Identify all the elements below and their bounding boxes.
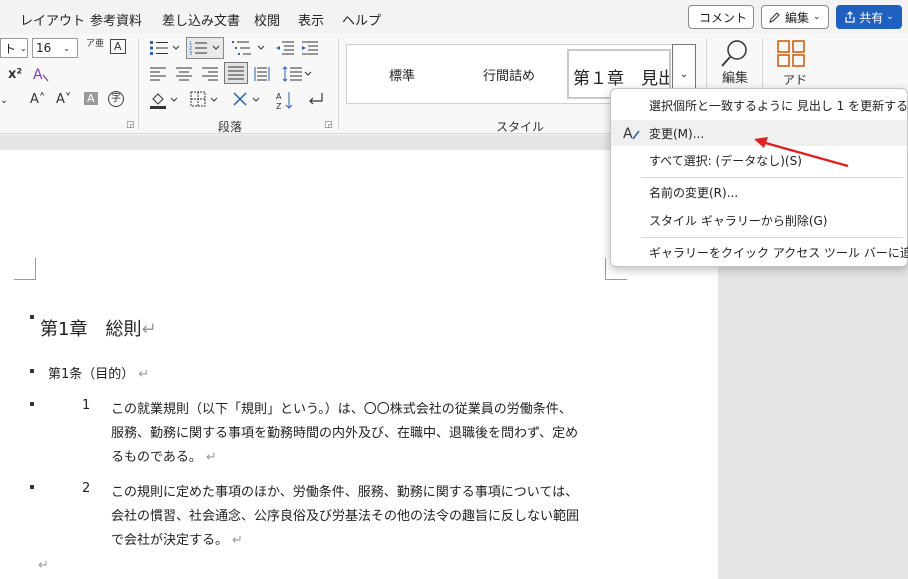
chevron-down-icon: ⌄ xyxy=(20,43,27,53)
search-icon[interactable] xyxy=(720,38,750,68)
furigana-icon[interactable]: ア亜 xyxy=(86,40,104,49)
paragraph-dialog-launcher-icon[interactable]: ◲ xyxy=(324,120,333,130)
char-shading-icon[interactable]: A xyxy=(84,92,98,105)
borders-icon[interactable] xyxy=(190,91,220,109)
superscript-icon[interactable]: x² xyxy=(8,68,22,81)
paragraph-mark xyxy=(30,369,34,373)
heading-1-text: 第1章 総則 xyxy=(40,319,142,340)
styles-group-label: スタイル xyxy=(496,120,545,134)
addins-icon[interactable] xyxy=(776,40,806,68)
return-mark: ↵ xyxy=(141,319,157,340)
paragraph-line[interactable]: 服務、勤務に関する事項を勤務時間の内外及び、在職中、退職後を問わず、定め xyxy=(111,422,578,441)
share-button[interactable]: 共有 ⌄ xyxy=(836,5,902,29)
return-mark: ↵ xyxy=(38,558,49,573)
svg-text:Z: Z xyxy=(276,102,282,110)
grow-font-icon[interactable]: A˄ xyxy=(30,93,45,106)
bullets-icon[interactable] xyxy=(150,40,180,56)
annotation-arrow-icon xyxy=(754,137,849,168)
paragraph-number: 1 xyxy=(82,398,91,413)
paragraph-mark xyxy=(30,485,34,489)
comment-button[interactable]: コメント xyxy=(688,5,754,29)
editing-label[interactable]: 編集 xyxy=(722,72,748,85)
chevron-down-icon: ⌄ xyxy=(886,12,894,22)
menu-separator xyxy=(641,177,903,178)
justify-icon xyxy=(228,66,244,80)
menu-item-add-to-quick-access[interactable]: ギャラリーをクイック アクセス ツール バーに追加(A) xyxy=(611,239,908,265)
svg-text:A: A xyxy=(276,92,282,101)
tab-view[interactable]: 表示 xyxy=(298,10,324,29)
font-dialog-launcher-icon[interactable]: ◲ xyxy=(126,120,135,130)
return-mark: ↵ xyxy=(232,533,243,548)
paragraph-mark xyxy=(30,315,34,319)
paragraph-group-label: 段落 xyxy=(218,120,243,134)
paragraph-mark xyxy=(30,402,34,406)
edit-mode-label: 編集 xyxy=(785,10,810,25)
menu-item-remove-from-gallery[interactable]: スタイル ギャラリーから削除(G) xyxy=(611,207,907,233)
modify-style-icon: A xyxy=(623,126,640,141)
heading-1[interactable]: 第1章 総則↵ xyxy=(40,315,157,341)
return-mark: ↵ xyxy=(138,367,150,382)
numbering-button[interactable]: 123 xyxy=(186,37,224,59)
chevron-down-icon: ⌄ xyxy=(679,68,689,80)
style-no-spacing[interactable]: 行間詰め xyxy=(483,65,535,84)
svg-text:A: A xyxy=(33,67,43,83)
pencil-icon xyxy=(769,11,780,23)
return-mark: ↵ xyxy=(205,450,217,465)
paragraph-number: 2 xyxy=(82,481,91,496)
distribute-icon[interactable] xyxy=(254,66,270,82)
share-label: 共有 xyxy=(859,10,884,25)
comment-label: コメント xyxy=(699,10,748,25)
paragraph-line[interactable]: るものである。 ↵ xyxy=(111,446,217,465)
align-left-icon[interactable] xyxy=(150,67,166,81)
tab-help[interactable]: ヘルプ xyxy=(342,10,381,29)
svg-text:A: A xyxy=(623,126,633,141)
line-spacing-icon[interactable] xyxy=(282,66,312,82)
paragraph-line[interactable]: この就業規則（以下「規則」という。）は、〇〇株式会社の従業員の労働条件、 xyxy=(111,398,572,417)
menu-item-rename[interactable]: 名前の変更(R)... xyxy=(611,179,907,205)
show-formatting-icon[interactable] xyxy=(306,92,324,108)
font-size-select[interactable]: 16 ⌄ xyxy=(32,38,78,58)
paragraph-line[interactable]: で会社が決定する。 ↵ xyxy=(111,529,243,548)
style-context-menu: 選択個所と一致するように 見出し 1 を更新する(P) A 変更(M)... す… xyxy=(610,88,908,267)
share-icon xyxy=(845,11,855,23)
style-normal[interactable]: 標準 xyxy=(389,65,415,84)
clear-format-icon[interactable]: A xyxy=(32,65,50,83)
tab-references[interactable]: 参考資料 xyxy=(90,10,142,29)
multilevel-list-icon[interactable] xyxy=(232,40,266,56)
enclose-char-icon[interactable]: 字 xyxy=(108,91,124,107)
style-heading1-label: 第１章 見出し xyxy=(573,69,669,89)
edit-mode-button[interactable]: 編集 ⌄ xyxy=(761,5,829,29)
asian-layout-icon[interactable] xyxy=(232,91,262,109)
justify-button[interactable] xyxy=(224,62,248,84)
increase-indent-icon[interactable] xyxy=(302,40,320,56)
article-title[interactable]: 第1条（目的） ↵ xyxy=(48,363,149,382)
numbering-icon: 123 xyxy=(189,41,220,57)
sort-icon[interactable]: AZ xyxy=(276,90,294,110)
article-title-text: 第1条（目的） xyxy=(48,367,135,382)
paragraph-line[interactable]: この規則に定めた事項のほか、労働条件、服務、勤務に関する事項については、 xyxy=(111,481,578,500)
char-border-icon[interactable]: A xyxy=(110,39,126,54)
svg-text:3: 3 xyxy=(189,51,192,57)
font-name-select[interactable]: ト ⌄ xyxy=(0,38,28,58)
decrease-indent-icon[interactable] xyxy=(276,40,294,56)
addins-label[interactable]: アド xyxy=(783,74,807,86)
shading-icon[interactable] xyxy=(150,91,180,109)
chevron-down-icon[interactable]: ⌄ xyxy=(0,96,8,106)
crop-mark xyxy=(14,258,36,280)
tab-mailings[interactable]: 差し込み文書 xyxy=(162,10,240,29)
menu-separator xyxy=(641,237,903,238)
shrink-font-icon[interactable]: A˅ xyxy=(56,93,71,106)
chevron-down-icon: ⌄ xyxy=(813,12,821,22)
tab-review[interactable]: 校閲 xyxy=(254,10,280,29)
tab-layout[interactable]: レイアウト xyxy=(20,10,85,29)
align-center-icon[interactable] xyxy=(176,67,192,81)
group-divider xyxy=(138,38,139,130)
group-divider xyxy=(338,38,339,130)
paragraph-line[interactable]: 会社の慣習、社会通念、公序良俗及び労基法その他の法令の趣旨に反しない範囲 xyxy=(111,505,579,524)
menu-item-update-to-match[interactable]: 選択個所と一致するように 見出し 1 を更新する(P) xyxy=(611,92,908,118)
align-right-icon[interactable] xyxy=(202,67,218,81)
chevron-down-icon: ⌄ xyxy=(63,43,70,53)
menu-bar: レイアウト 参考資料 差し込み文書 校閲 表示 ヘルプ コメント 編集 ⌄ 共有… xyxy=(0,0,908,34)
